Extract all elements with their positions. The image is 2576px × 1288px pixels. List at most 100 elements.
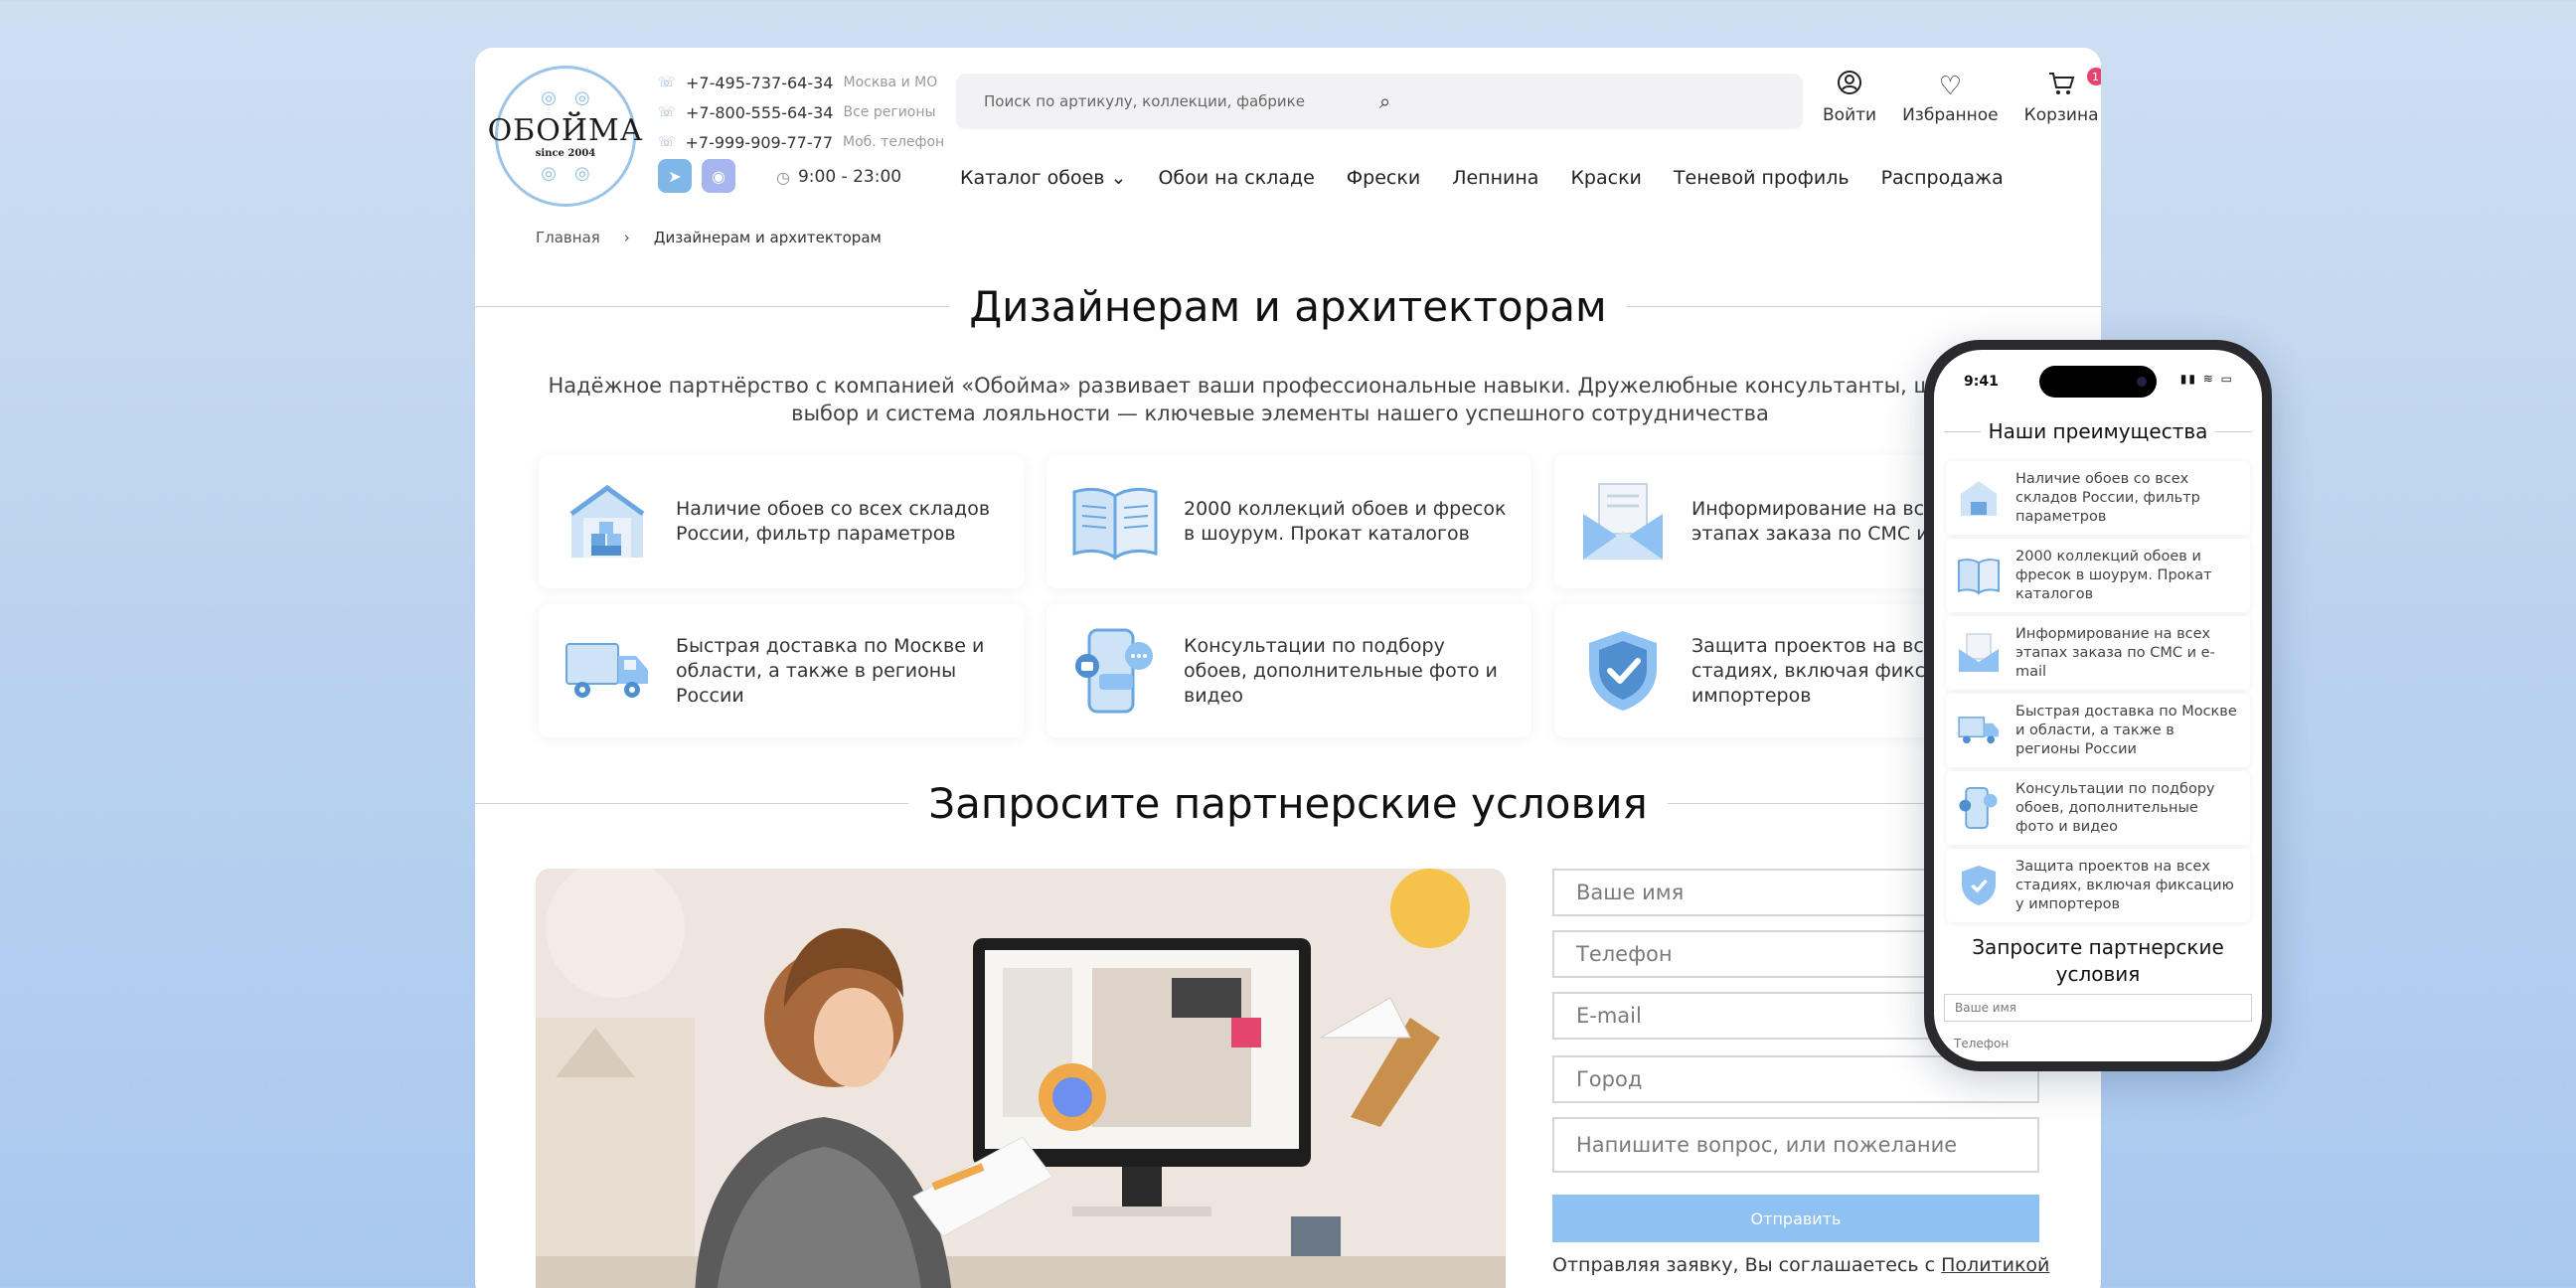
- dynamic-island: [2039, 366, 2157, 398]
- website-card: ◎ ◎ ОБОЙМА since 2004 ◎ ◎ ☏ +7-495-737-64-…: [475, 48, 2101, 1288]
- phone-screen: 9:41 ▮▮ ≋ ▭ Наши преимущества Наличие об…: [1934, 350, 2262, 1061]
- nav-item-paints[interactable]: Краски: [1570, 167, 1641, 189]
- nav-item-catalog[interactable]: Каталог обоев ⌄: [960, 167, 1126, 189]
- name-placeholder: Ваше имя: [1576, 881, 1685, 904]
- cart-button[interactable]: 1 Корзина: [2024, 68, 2101, 125]
- catalog-book-icon: [1070, 477, 1160, 566]
- mobile-advantages-title: Наши преимущества: [1934, 419, 2262, 443]
- logo-word: ОБОЙМА: [487, 113, 644, 148]
- feature-text: Консультации по подбору обоев, дополните…: [1184, 634, 1498, 707]
- envelope-icon: [1956, 630, 2002, 676]
- status-time: 9:41: [1964, 374, 1999, 390]
- main-nav: Каталог обоев ⌄ Обои на складе Фрески Ле…: [960, 167, 2035, 189]
- phone-mockup: 9:41 ▮▮ ≋ ▭ Наши преимущества Наличие об…: [1924, 340, 2272, 1071]
- submit-button[interactable]: Отправить: [1552, 1195, 2039, 1242]
- telegram-icon[interactable]: ➤: [658, 159, 692, 193]
- delivery-truck-icon: [563, 626, 652, 716]
- shield-check-icon: [1578, 626, 1668, 716]
- feature-card: Консультации по подбору обоев, дополните…: [1046, 604, 1531, 737]
- phone-row[interactable]: ☏ +7-800-555-64-34 Все регионы: [658, 97, 938, 127]
- cart-count-badge: 1: [2086, 68, 2101, 85]
- phone-number[interactable]: +7-800-555-64-34: [686, 103, 833, 122]
- breadcrumb-home[interactable]: Главная: [536, 229, 600, 246]
- mobile-phone-placeholder: Телефон: [1954, 1037, 2010, 1050]
- catalog-book-icon: [1956, 553, 2002, 598]
- feature-text: Наличие обоев со всех складов России, фи…: [676, 498, 991, 545]
- logo-swirls-bottom: ◎ ◎: [541, 163, 590, 184]
- feature-text: Быстрая доставка по Москве и области, а …: [676, 634, 985, 707]
- login-button[interactable]: Войти: [1823, 70, 1876, 125]
- divider: [1944, 430, 1981, 432]
- chevron-right-icon: ›: [623, 229, 630, 246]
- agreement-label: Отправляя заявку, Вы соглашаетесь с: [1552, 1254, 1936, 1276]
- phone-icon: ☏: [658, 134, 676, 150]
- mobile-name-field[interactable]: Ваше имя: [1944, 994, 2252, 1022]
- feature-card: Быстрая доставка по Москве и области, а …: [539, 604, 1024, 737]
- divider: [2215, 430, 2252, 432]
- working-hours: ◷ 9:00 - 23:00: [776, 167, 901, 187]
- request-section-title: Запросите партнерские условия: [475, 779, 2101, 828]
- mobile-feature-text: 2000 коллекций обоев и фресок в шоурум. …: [2015, 548, 2212, 602]
- mobile-feature-text: Консультации по подбору обоев, дополните…: [2015, 780, 2215, 835]
- phone-row[interactable]: ☏ +7-495-737-64-34 Москва и МО: [658, 68, 938, 97]
- clock-icon: ◷: [776, 167, 790, 187]
- nav-item-stock[interactable]: Обои на складе: [1158, 167, 1314, 189]
- feature-text: 2000 коллекций обоев и фресок в шоурум. …: [1184, 498, 1507, 545]
- search-icon[interactable]: ⌕: [1379, 89, 1775, 113]
- envelope-icon: [1578, 477, 1668, 566]
- designer-photo: [536, 869, 1506, 1288]
- mobile-request-title: Запросите партнерские условия: [1972, 935, 2224, 986]
- logo-swirls: ◎ ◎: [541, 87, 590, 108]
- search-placeholder: Поиск по артикулу, коллекции, фабрике: [984, 92, 1305, 110]
- divider: [475, 306, 950, 307]
- logo-since: since 2004: [535, 148, 596, 159]
- social-links: ➤ ◉: [658, 159, 735, 193]
- mobile-feature: Консультации по подбору обоев, дополните…: [1946, 771, 2250, 845]
- phone-icon: ☏: [658, 75, 676, 90]
- phone-note: Все регионы: [843, 104, 936, 120]
- mobile-phone-field[interactable]: Телефон: [1944, 1030, 2252, 1057]
- search-input[interactable]: Поиск по артикулу, коллекции, фабрике ⌕: [956, 74, 1803, 129]
- phone-placeholder: Телефон: [1576, 942, 1673, 966]
- login-label: Войти: [1823, 105, 1877, 125]
- chevron-down-icon: ⌄: [1110, 167, 1127, 189]
- favorites-button[interactable]: ♡ Избранное: [1902, 70, 1999, 125]
- messenger-icon[interactable]: ◉: [702, 159, 735, 193]
- mobile-feature-text: Защита проектов на всех стадиях, включая…: [2015, 858, 2234, 912]
- divider: [475, 803, 909, 804]
- smartphone-chat-icon: [1956, 785, 2002, 831]
- mobile-name-placeholder: Ваше имя: [1955, 1001, 2016, 1015]
- mobile-feature-text: Быстрая доставка по Москве и области, а …: [2015, 703, 2237, 757]
- delivery-truck-icon: [1956, 708, 2002, 753]
- phone-number[interactable]: +7-495-737-64-34: [686, 74, 833, 92]
- phone-icon: ☏: [658, 104, 676, 120]
- warehouse-icon: [563, 477, 652, 566]
- heart-icon: ♡: [1938, 72, 1962, 101]
- feature-card: Наличие обоев со всех складов России, фи…: [539, 455, 1024, 588]
- mobile-feature-text: Наличие обоев со всех складов России, фи…: [2015, 470, 2200, 525]
- privacy-policy-link[interactable]: Политикой: [1941, 1254, 2049, 1276]
- intro-text: Надёжное партнёрство с компанией «Обойма…: [548, 374, 2012, 425]
- phone-number[interactable]: +7-999-909-77-77: [686, 133, 833, 152]
- city-placeholder: Город: [1576, 1067, 1643, 1091]
- nav-item-shadow-profile[interactable]: Теневой профиль: [1674, 167, 1850, 189]
- cart-icon: [2047, 70, 2075, 105]
- breadcrumb-current: Дизайнерам и архитекторам: [653, 229, 882, 246]
- smartphone-chat-icon: [1070, 626, 1160, 716]
- nav-item-sale[interactable]: Распродажа: [1881, 167, 2004, 189]
- phone-note: Москва и МО: [843, 75, 938, 90]
- user-icon: [1837, 70, 1862, 105]
- question-placeholder: Напишите вопрос, или пожелание: [1576, 1133, 1958, 1157]
- question-field[interactable]: Напишите вопрос, или пожелание: [1552, 1117, 2039, 1173]
- logo[interactable]: ◎ ◎ ОБОЙМА since 2004 ◎ ◎: [488, 66, 642, 207]
- phone-row[interactable]: ☏ +7-999-909-77-77 Моб. телефон: [658, 127, 944, 157]
- shield-check-icon: [1956, 863, 2002, 908]
- nav-item-molding[interactable]: Лепнина: [1452, 167, 1538, 189]
- divider: [1626, 306, 2101, 307]
- mobile-feature-text: Информирование на всех этапах заказа по …: [2015, 625, 2215, 680]
- status-icons: ▮▮ ≋ ▭: [2179, 372, 2234, 386]
- breadcrumb: Главная › Дизайнерам и архитекторам: [536, 229, 882, 246]
- nav-item-frescoes[interactable]: Фрески: [1347, 167, 1420, 189]
- mobile-feature: Информирование на всех этапах заказа по …: [1946, 616, 2250, 690]
- phone-list: ☏ +7-495-737-64-34 Москва и МО ☏ +7-800-…: [658, 68, 944, 157]
